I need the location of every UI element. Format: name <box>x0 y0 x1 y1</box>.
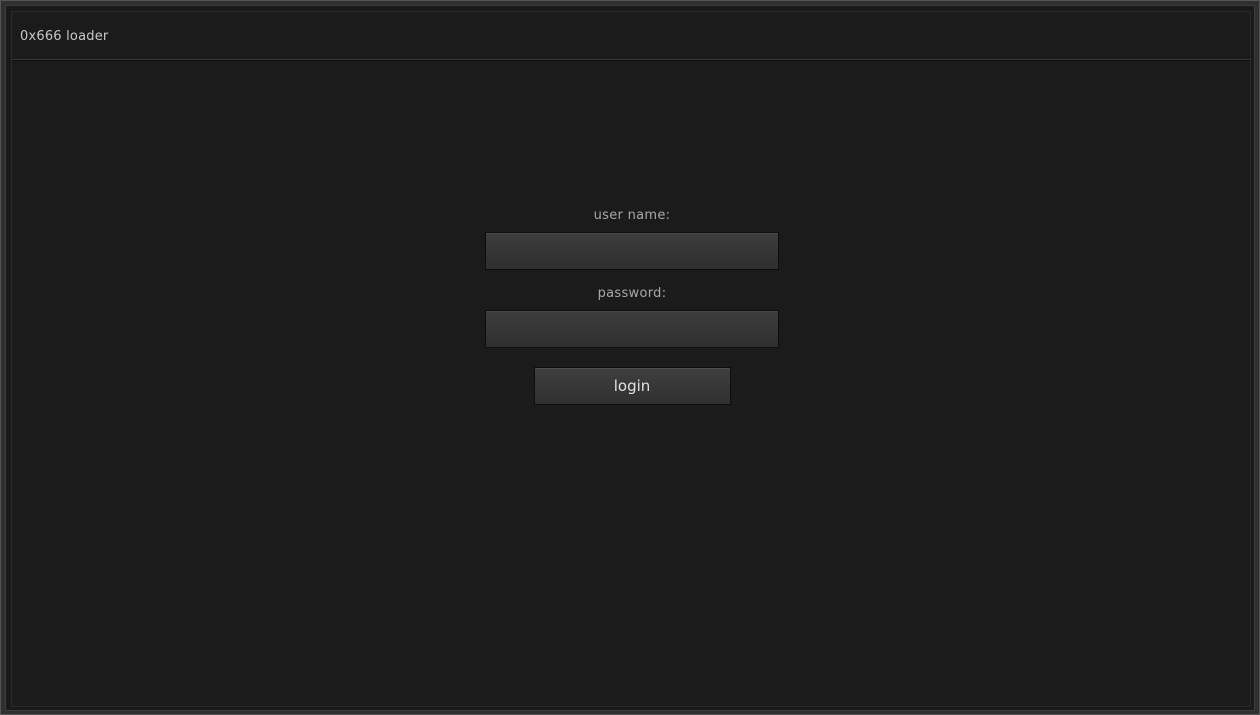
password-input[interactable] <box>485 310 779 348</box>
login-button[interactable]: login <box>533 367 731 405</box>
password-label: password: <box>597 286 667 301</box>
username-input[interactable] <box>485 232 779 270</box>
app-window: 0x666 loader user name: password: login <box>0 0 1260 715</box>
content-frame: 0x666 loader user name: password: login <box>11 11 1251 707</box>
window-body: 0x666 loader user name: password: login <box>5 5 1255 711</box>
title-bar[interactable]: 0x666 loader <box>12 12 1250 60</box>
login-form: user name: password: login <box>485 208 779 405</box>
username-label: user name: <box>593 208 671 223</box>
window-title: 0x666 loader <box>20 29 109 44</box>
